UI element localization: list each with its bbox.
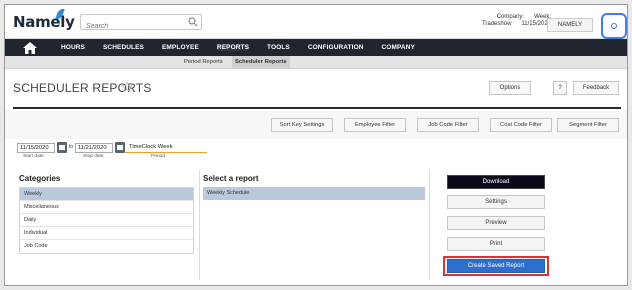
column-divider [199, 170, 200, 280]
sort-key-settings-button[interactable]: Sort Key Settings [271, 118, 333, 132]
period-select[interactable]: TimeClock Week [125, 142, 207, 153]
nav-tools[interactable]: TOOLS [267, 44, 290, 51]
capture-ring-icon [611, 23, 617, 29]
category-daily[interactable]: Daily [20, 214, 193, 227]
category-weekly[interactable]: Weekly [20, 188, 193, 201]
employee-filter-button[interactable]: Employee Filter [344, 118, 406, 132]
print-button[interactable]: Print [447, 237, 545, 251]
nav-reports[interactable]: REPORTS [216, 44, 250, 51]
home-icon[interactable] [19, 41, 41, 55]
sub-nav: Period Reports Scheduler Reports [5, 56, 627, 69]
select-report-title: Select a report [203, 174, 259, 183]
logo-text: Namely [13, 13, 75, 31]
app-window: Namely Company: Week: Tradeshow 11/15/20… [4, 4, 628, 286]
start-date-input[interactable]: 11/15/2020 [17, 143, 55, 153]
segment-filter-button[interactable]: Segment Filter [557, 118, 619, 132]
subnav-scheduler-reports[interactable]: Scheduler Reports [232, 56, 290, 69]
download-button[interactable]: Download [447, 175, 545, 189]
options-button[interactable]: Options [489, 81, 531, 95]
job-code-filter-button[interactable]: Job Code Filter [417, 118, 479, 132]
stop-date-caption: Stop date [83, 154, 104, 159]
category-individual[interactable]: Individual [20, 227, 193, 240]
company-week-info: Company: Week: Tradeshow 11/15/2020 [471, 14, 551, 28]
cost-code-filter-button[interactable]: Cost Code Filter [490, 118, 552, 132]
nav-hours[interactable]: HOURS [61, 44, 85, 51]
period-caption: Period [151, 154, 165, 159]
report-weekly-schedule[interactable]: Weekly Schedule [203, 187, 425, 200]
header-divider [13, 107, 621, 109]
search-input[interactable] [81, 19, 181, 34]
main-nav: HOURS SCHEDULES EMPLOYEE REPORTS TOOLS C… [5, 39, 627, 56]
top-bar: Namely Company: Week: Tradeshow 11/15/20… [5, 5, 627, 39]
create-saved-report-button[interactable]: Create Saved Report [447, 259, 545, 273]
help-button[interactable]: ? [553, 81, 567, 95]
column-divider [429, 170, 430, 280]
nav-employee[interactable]: EMPLOYEE [162, 44, 199, 51]
subnav-period-reports[interactable]: Period Reports [184, 59, 223, 65]
nav-schedules[interactable]: SCHEDULES [103, 44, 144, 51]
start-calendar-icon[interactable] [57, 142, 67, 153]
categories-title: Categories [19, 174, 61, 183]
category-miscellaneous[interactable]: Miscellaneous [20, 201, 193, 214]
search-icon[interactable] [187, 16, 199, 28]
namely-logo[interactable]: Namely [13, 9, 75, 31]
start-date-caption: Start date [23, 154, 44, 159]
category-job-code[interactable]: Job Code [20, 240, 193, 253]
nav-configuration[interactable]: CONFIGURATION [308, 44, 364, 51]
feedback-button[interactable]: Feedback [573, 81, 619, 95]
to-label: to [69, 144, 74, 150]
company-label: Company: [496, 14, 525, 20]
stop-calendar-icon[interactable] [115, 142, 125, 153]
preview-button[interactable]: Preview [447, 216, 545, 230]
company-value: Tradeshow [481, 21, 512, 27]
screenshot-capture-icon[interactable] [601, 13, 627, 39]
categories-list: Weekly Miscellaneous Daily Individual Jo… [19, 187, 194, 254]
company-switch-button[interactable]: NAMELY [547, 18, 593, 32]
stop-date-input[interactable]: 11/21/2020 [75, 143, 113, 153]
settings-button[interactable]: Settings [447, 195, 545, 209]
favorite-star-icon[interactable] [121, 81, 133, 93]
search-box[interactable] [80, 14, 202, 34]
nav-company[interactable]: COMPANY [382, 44, 415, 51]
